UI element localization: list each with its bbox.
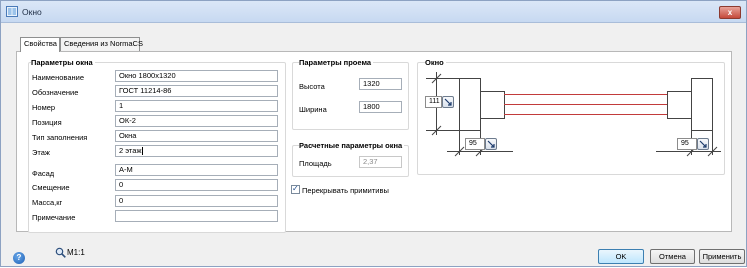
fill-type-field[interactable]: Окна bbox=[115, 130, 278, 142]
pick-icon bbox=[444, 98, 452, 106]
height-field[interactable]: 1320 bbox=[359, 78, 402, 90]
opening-params-title: Параметры проема bbox=[299, 58, 374, 67]
designation-field[interactable]: ГОСТ 11214-86 bbox=[115, 85, 278, 97]
pick-icon bbox=[699, 140, 707, 148]
number-field[interactable]: 1 bbox=[115, 100, 278, 112]
field-label-mass: Масса,кг bbox=[32, 198, 63, 207]
offset-field[interactable]: 0 bbox=[115, 179, 278, 191]
ok-button[interactable]: OK bbox=[598, 249, 644, 264]
calc-params-title: Расчетные параметры окна bbox=[299, 141, 405, 150]
window-app-icon bbox=[6, 6, 18, 17]
floor-field[interactable]: 2 этаж bbox=[115, 145, 278, 157]
text-cursor bbox=[142, 147, 144, 156]
bottom-left-offset-edit-button[interactable] bbox=[485, 138, 497, 150]
field-label-designation: Обозначение bbox=[32, 88, 79, 97]
scale-label[interactable]: M1:1 bbox=[67, 248, 85, 257]
zoom-icon[interactable] bbox=[55, 247, 66, 258]
bottom-right-offset-field[interactable]: 95 bbox=[677, 138, 697, 150]
bottom-right-offset-edit-button[interactable] bbox=[697, 138, 709, 150]
field-label-position: Позиция bbox=[32, 118, 62, 127]
overlap-checkbox[interactable] bbox=[291, 184, 300, 194]
floor-field-value: 2 этаж bbox=[119, 146, 142, 155]
position-field[interactable]: ОК-2 bbox=[115, 115, 278, 127]
apply-button[interactable]: Применить bbox=[699, 249, 745, 264]
area-field: 2,37 bbox=[359, 156, 402, 168]
field-label-note: Примечание bbox=[32, 213, 76, 222]
facade-field[interactable]: А-М bbox=[115, 164, 278, 176]
height-label: Высота bbox=[299, 82, 325, 91]
close-icon: x bbox=[727, 8, 733, 17]
note-field[interactable] bbox=[115, 210, 278, 222]
bottom-left-offset-field[interactable]: 95 bbox=[465, 138, 485, 150]
opening-params-group bbox=[292, 62, 409, 130]
help-icon[interactable]: ? bbox=[13, 252, 25, 264]
field-label-floor: Этаж bbox=[32, 148, 50, 157]
field-label-facade: Фасад bbox=[32, 169, 55, 178]
overlap-checkbox-label[interactable]: Перекрывать примитивы bbox=[302, 186, 389, 195]
close-button[interactable]: x bbox=[719, 6, 741, 19]
window-params-title: Параметры окна bbox=[31, 58, 95, 67]
left-offset-field[interactable]: 111 bbox=[425, 96, 442, 108]
window-diagram-title: Окно bbox=[425, 58, 446, 67]
cancel-button[interactable]: Отмена bbox=[650, 249, 695, 264]
field-label-offset: Смещение bbox=[32, 183, 70, 192]
name-field[interactable]: Окно 1800x1320 bbox=[115, 70, 278, 82]
width-label: Ширина bbox=[299, 105, 327, 114]
field-label-name: Наименование bbox=[32, 73, 84, 82]
width-field[interactable]: 1800 bbox=[359, 101, 402, 113]
field-label-fill-type: Тип заполнения bbox=[32, 133, 88, 142]
area-label: Площадь bbox=[299, 159, 332, 168]
left-offset-edit-button[interactable] bbox=[442, 96, 454, 108]
window-title: Окно bbox=[22, 7, 42, 17]
mass-field[interactable]: 0 bbox=[115, 195, 278, 207]
title-bar[interactable]: Окно x bbox=[1, 1, 746, 23]
window-diagram-group bbox=[417, 62, 725, 175]
field-label-number: Номер bbox=[32, 103, 56, 112]
pick-icon bbox=[487, 140, 495, 148]
tab-normacs[interactable]: Сведения из NormaCS bbox=[60, 37, 143, 51]
tab-properties[interactable]: Свойства bbox=[20, 37, 60, 52]
dialog-window: Окно x Свойства Сведения из NormaCS Пара… bbox=[0, 0, 747, 267]
